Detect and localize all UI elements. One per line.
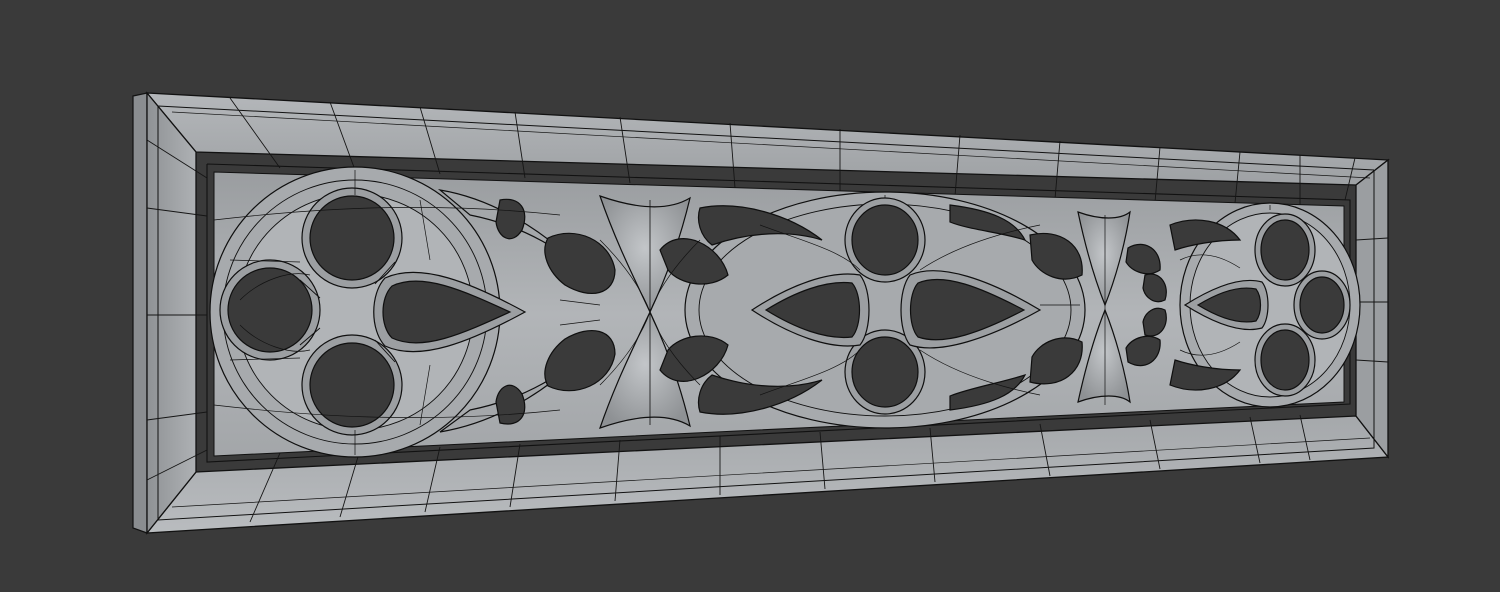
panel-side-face [132, 92, 148, 534]
3d-viewport[interactable] [0, 0, 1500, 592]
tracery-bay-2 [659, 191, 1086, 429]
mesh-render[interactable] [0, 0, 1500, 592]
